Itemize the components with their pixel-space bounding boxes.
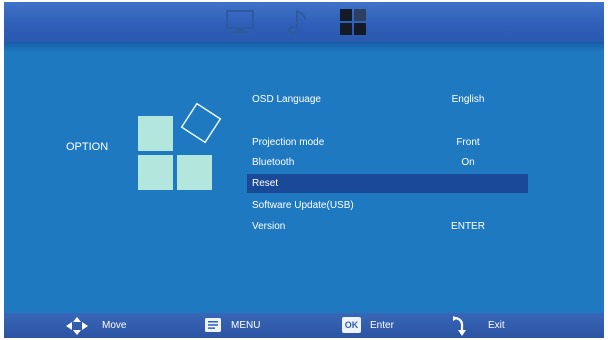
- menu-item-label: Bluetooth: [252, 157, 295, 168]
- section-title: OPTION: [66, 141, 109, 153]
- menu-item-reset[interactable]: Reset: [247, 174, 528, 193]
- hint-label: Enter: [370, 320, 394, 331]
- music-note-icon: [288, 10, 307, 34]
- menu-icon: [205, 318, 221, 332]
- menu-item-value: On: [461, 157, 475, 168]
- four-way-arrows-icon: [66, 317, 88, 335]
- menu-item-label: OSD Language: [252, 94, 321, 105]
- tab-picture[interactable]: [224, 7, 256, 37]
- tab-bar: [4, 2, 604, 42]
- four-squares-icon: [340, 9, 366, 35]
- ok-icon: OK: [342, 317, 361, 333]
- return-arrow-icon: [453, 316, 466, 336]
- hint-exit: Exit: [450, 313, 540, 338]
- topbar-shadow: [4, 42, 604, 52]
- hint-label: MENU: [231, 320, 261, 331]
- menu-item-bluetooth[interactable]: Bluetooth On: [247, 153, 528, 172]
- option-graphic: [134, 100, 234, 192]
- option-tiles-icon: [138, 102, 222, 190]
- menu-item-osd-language[interactable]: OSD Language English: [247, 90, 528, 109]
- osd-screen: OPTION OSD Language English Projection m…: [4, 2, 604, 338]
- hint-label: Exit: [488, 320, 505, 331]
- menu-item-version[interactable]: Version ENTER: [247, 217, 528, 236]
- menu-item-software-update[interactable]: Software Update(USB): [247, 196, 528, 215]
- menu-item-value: English: [451, 94, 485, 105]
- menu-item-projection-mode[interactable]: Projection mode Front: [247, 133, 528, 152]
- tab-option[interactable]: [338, 7, 368, 37]
- menu-item-value: Front: [456, 137, 480, 148]
- hint-menu: MENU: [204, 313, 294, 338]
- hint-bar: Move MENU OK Enter Exit: [4, 313, 604, 338]
- hint-enter: OK Enter: [342, 313, 432, 338]
- tab-sound[interactable]: [286, 7, 312, 37]
- menu-item-label: Reset: [252, 178, 279, 189]
- hint-label: Move: [102, 320, 127, 331]
- menu-item-value: ENTER: [451, 221, 485, 232]
- menu-item-label: Version: [252, 221, 286, 232]
- monitor-icon: [226, 10, 254, 33]
- hint-move: Move: [64, 313, 154, 338]
- menu-item-label: Software Update(USB): [252, 200, 354, 211]
- menu-item-label: Projection mode: [252, 137, 325, 148]
